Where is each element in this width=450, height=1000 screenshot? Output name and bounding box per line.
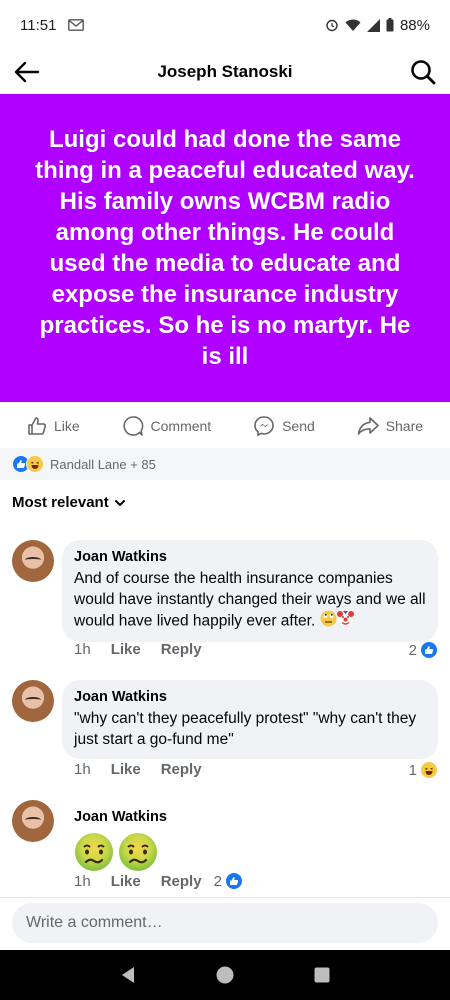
comment-meta: 1h Like Reply <box>74 761 202 778</box>
comment-bubble: Joan Watkins And of course the health in… <box>62 540 438 642</box>
gmail-icon <box>68 19 85 31</box>
comment-meta: 1h Like Reply 2 <box>74 872 243 890</box>
chevron-down-icon <box>114 499 125 507</box>
status-bar: 11:51 88% <box>0 0 450 50</box>
back-arrow-icon[interactable] <box>14 61 40 83</box>
comment-time: 1h <box>74 872 91 890</box>
comment-bubble: Joan Watkins "why can't they peacefully … <box>62 680 438 759</box>
send-label: Send <box>282 418 315 434</box>
composer-divider <box>0 897 450 898</box>
comment-sort-dropdown[interactable]: Most relevant <box>12 494 125 511</box>
comment-reaction-count[interactable]: 1 <box>409 761 438 779</box>
comment-reaction-count[interactable]: 2 <box>409 641 438 659</box>
comment-text: "why can't they peacefully protest" "why… <box>74 710 417 748</box>
post-actions: Like Comment Send Share <box>0 404 450 448</box>
comment-bubble-icon <box>122 415 144 437</box>
comment-author[interactable]: Joan Watkins <box>74 808 190 826</box>
comment-label: Comment <box>150 418 212 434</box>
comment-like-button[interactable]: Like <box>111 641 141 658</box>
like-reaction-icon <box>224 872 243 890</box>
comment-reply-button[interactable]: Reply <box>161 873 202 890</box>
page-title: Joseph Stanoski <box>157 62 293 81</box>
nav-recents-icon[interactable] <box>314 967 330 983</box>
sort-label: Most relevant <box>12 494 109 511</box>
comment-author[interactable]: Joan Watkins <box>74 688 426 706</box>
write-comment-input[interactable]: Write a comment… <box>12 903 438 943</box>
share-label: Share <box>385 418 424 434</box>
comment-like-button[interactable]: Like <box>111 761 141 778</box>
reactions-summary-text: Randall Lane + 85 <box>50 456 156 472</box>
comment-reaction-count[interactable]: 2 <box>214 872 243 890</box>
comment-time: 1h <box>74 761 91 778</box>
haha-reaction-icon <box>26 455 44 473</box>
comment-text: And of course the health insurance compa… <box>74 568 426 633</box>
comment-time: 1h <box>74 641 91 658</box>
like-reaction-icon <box>420 641 438 659</box>
comment-item: Joan Watkins And of course the health in… <box>0 540 450 665</box>
comment-like-button[interactable]: Like <box>111 873 141 890</box>
like-button[interactable]: Like <box>27 416 80 436</box>
comment-item: Joan Watkins "why can't they peacefully … <box>0 680 450 785</box>
reactions-summary[interactable]: Randall Lane + 85 <box>0 448 450 480</box>
post-text-banner: Luigi could had done the same thing in a… <box>0 94 450 402</box>
share-arrow-icon <box>357 416 379 436</box>
messenger-icon <box>253 415 275 437</box>
comment-item: Joan Watkins 1h Like Reply 2 <box>0 800 450 895</box>
status-time: 11:51 <box>20 16 57 34</box>
wifi-icon <box>345 19 361 32</box>
app-header: Joseph Stanoski <box>0 50 450 94</box>
haha-reaction-icon <box>420 761 438 779</box>
send-button[interactable]: Send <box>253 415 315 437</box>
avatar[interactable] <box>12 800 54 842</box>
post-text: Luigi could had done the same thing in a… <box>35 126 415 370</box>
nav-back-icon[interactable] <box>120 966 136 984</box>
battery-icon <box>386 18 394 32</box>
system-nav-bar <box>0 950 450 1000</box>
comment-author[interactable]: Joan Watkins <box>74 548 426 566</box>
nav-home-icon[interactable] <box>216 966 234 984</box>
write-comment-placeholder: Write a comment… <box>26 914 163 931</box>
comment-button[interactable]: Comment <box>122 415 212 437</box>
avatar[interactable] <box>12 540 54 582</box>
avatar[interactable] <box>12 680 54 722</box>
signal-icon <box>366 18 380 32</box>
comment-reply-button[interactable]: Reply <box>161 761 202 778</box>
clown-emoji-icon <box>336 610 354 633</box>
rolling-eyes-emoji-icon <box>320 610 337 633</box>
thumbs-up-icon <box>27 416 47 436</box>
share-button[interactable]: Share <box>357 416 423 436</box>
alarm-icon <box>325 18 339 32</box>
like-label: Like <box>53 418 80 434</box>
battery-level: 88% <box>399 16 430 34</box>
comment-reply-button[interactable]: Reply <box>161 641 202 658</box>
search-icon[interactable] <box>410 59 436 85</box>
comment-meta: 1h Like Reply <box>74 641 202 658</box>
